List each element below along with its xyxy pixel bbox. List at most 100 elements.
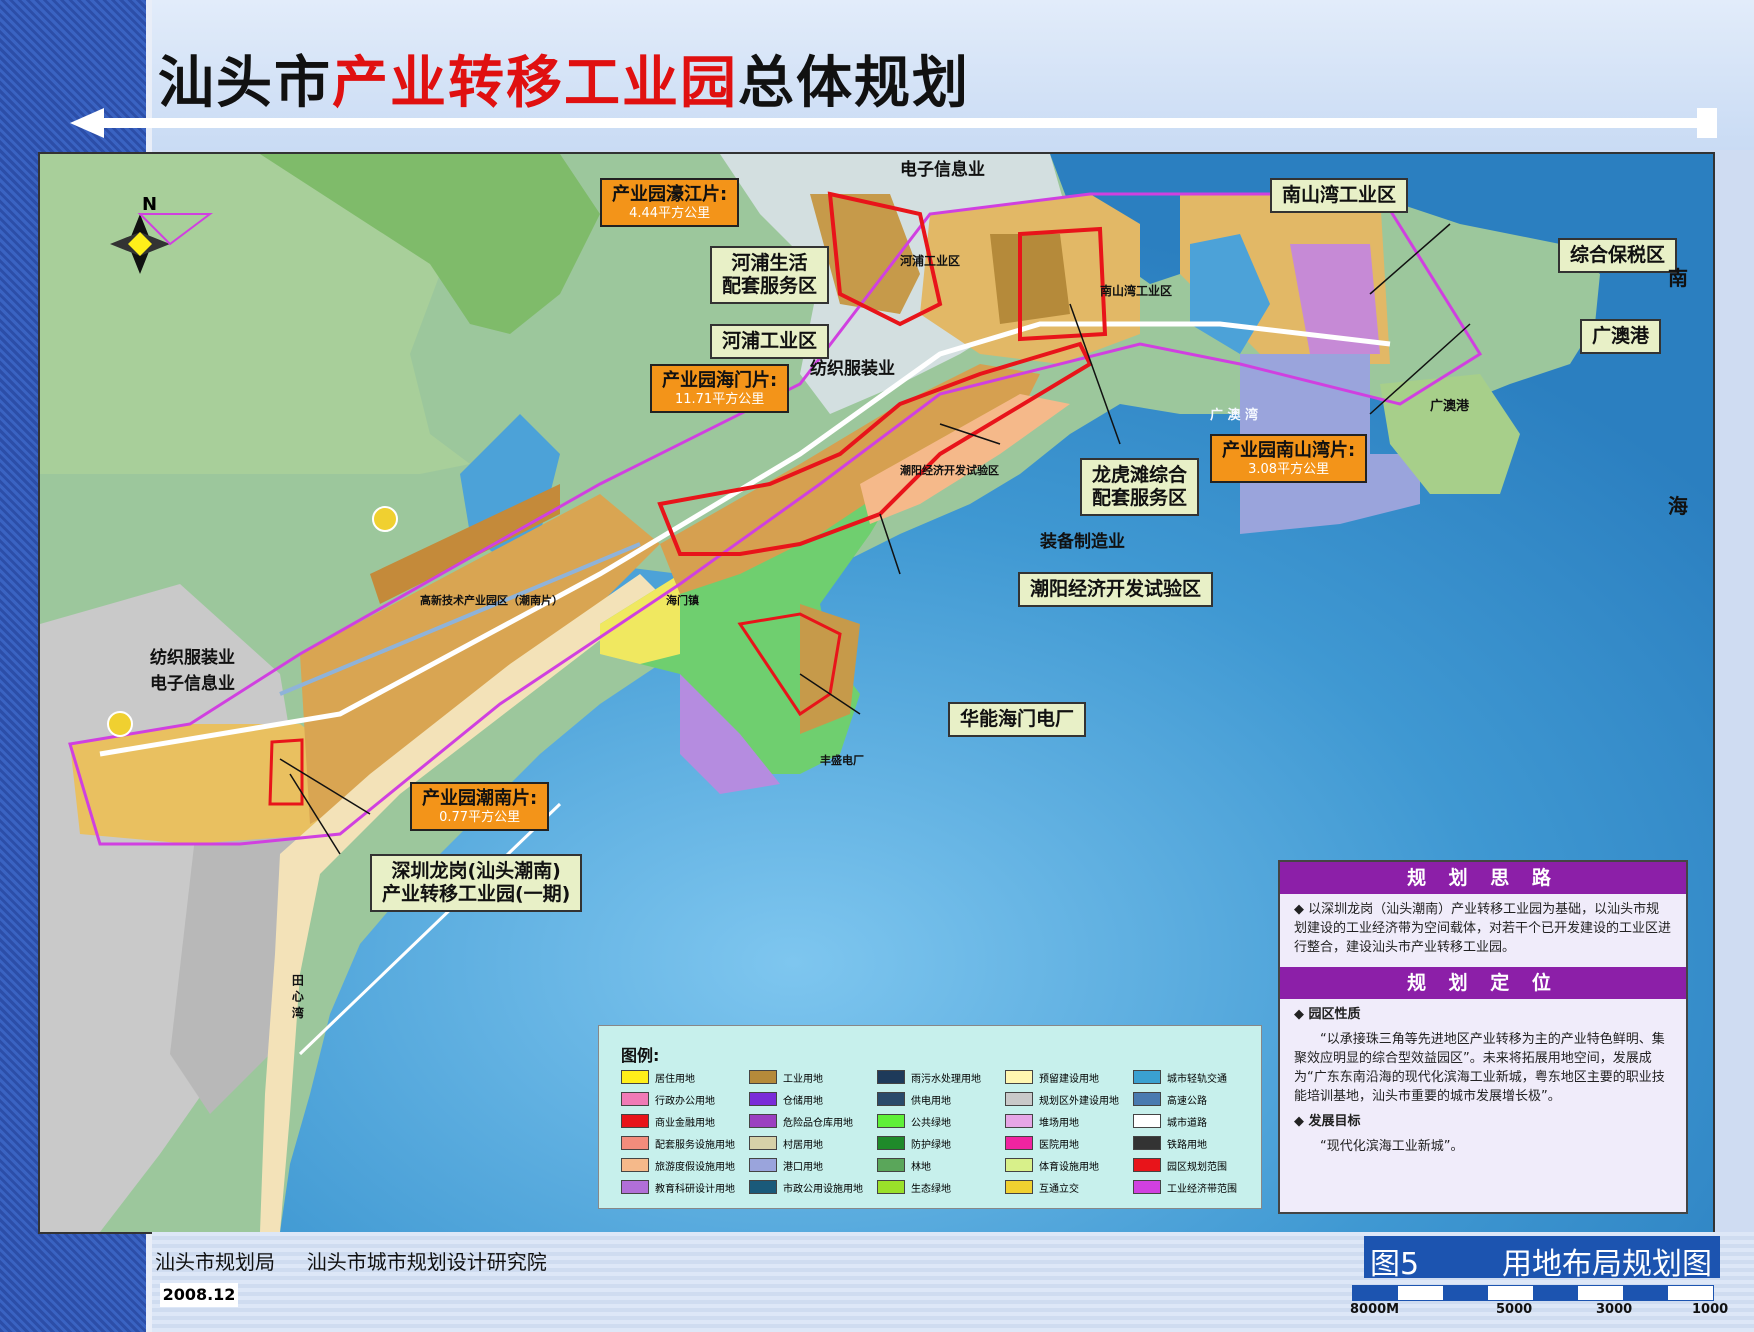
longhutan-label: 龙虎滩综合 配套服务区 bbox=[1080, 458, 1200, 516]
legend-label: 供电用地 bbox=[911, 1095, 951, 1107]
legend-item: 高速公路 bbox=[1133, 1092, 1207, 1107]
page-title: 汕头市产业转移工业园总体规划 bbox=[158, 51, 970, 116]
legend-item: 配套服务设施用地 bbox=[621, 1136, 735, 1151]
hightech-label: 高新技术产业园区（潮南片） bbox=[420, 594, 563, 607]
legend-swatch bbox=[621, 1114, 649, 1128]
header-arrow-head bbox=[70, 108, 104, 138]
tianxin-bay-label: 田 心 湾 bbox=[290, 974, 305, 1019]
footer-date: 2008.12 bbox=[160, 1283, 238, 1307]
legend-label: 高速公路 bbox=[1167, 1095, 1207, 1107]
footer-organizations: 汕头市规划局 汕头市城市规划设计研究院 bbox=[155, 1250, 547, 1274]
scale-label: 3000 bbox=[1596, 1302, 1633, 1317]
legend-label: 行政办公用地 bbox=[655, 1095, 715, 1107]
legend-item: 旅游度假设施用地 bbox=[621, 1158, 735, 1173]
goal-title: ◆ 发展目标 bbox=[1294, 1114, 1361, 1129]
legend-item: 预留建设用地 bbox=[1005, 1070, 1099, 1085]
equipment-label: 装备制造业 bbox=[1040, 532, 1125, 552]
nan-label: 南 bbox=[1668, 266, 1688, 290]
legend-swatch bbox=[877, 1092, 905, 1106]
legend-label: 仓储用地 bbox=[783, 1095, 823, 1107]
chaonan-zone bbox=[70, 724, 340, 844]
planning-idea-text: ◆ 以深圳龙岗（汕头潮南）产业转移工业园为基础，以汕头市规划建设的工业经济带为空… bbox=[1294, 902, 1672, 955]
legend-label: 体育设施用地 bbox=[1039, 1161, 1099, 1173]
legend-label: 防护绿地 bbox=[911, 1139, 951, 1151]
figure-name: 用地布局规划图 bbox=[1502, 1247, 1712, 1282]
legend-item: 城市轻轨交通 bbox=[1133, 1070, 1227, 1085]
north-label: N bbox=[142, 194, 158, 215]
scale-bar bbox=[1352, 1285, 1714, 1301]
legend-swatch bbox=[749, 1158, 777, 1172]
hai-label: 海 bbox=[1668, 494, 1688, 518]
electronics-top-label: 电子信息业 bbox=[900, 160, 985, 180]
legend-label: 教育科研设计用地 bbox=[655, 1183, 735, 1195]
guangao-port-label: 广澳港 bbox=[1580, 319, 1662, 354]
legend-item: 城市道路 bbox=[1133, 1114, 1207, 1129]
legend-swatch bbox=[749, 1070, 777, 1084]
nature-title: ◆ 园区性质 bbox=[1294, 1007, 1361, 1022]
legend-label: 工业用地 bbox=[783, 1073, 823, 1085]
legend-swatch bbox=[877, 1180, 905, 1194]
legend-swatch bbox=[621, 1092, 649, 1106]
textile-mid-label: 纺织服装业 bbox=[810, 359, 895, 379]
legend-swatch bbox=[877, 1070, 905, 1084]
legend-swatch bbox=[749, 1092, 777, 1106]
legend-label: 村居用地 bbox=[783, 1139, 823, 1151]
legend-item: 行政办公用地 bbox=[621, 1092, 715, 1107]
legend-swatch bbox=[877, 1158, 905, 1172]
legend-swatch bbox=[1005, 1070, 1033, 1084]
legend-item: 体育设施用地 bbox=[1005, 1158, 1099, 1173]
legend-item: 防护绿地 bbox=[877, 1136, 951, 1151]
electronics-left-label: 电子信息业 bbox=[150, 674, 235, 694]
legend-label: 危险品仓库用地 bbox=[783, 1117, 853, 1129]
legend-label: 铁路用地 bbox=[1167, 1139, 1207, 1151]
legend-swatch bbox=[1133, 1092, 1161, 1106]
legend-label: 居住用地 bbox=[655, 1073, 695, 1085]
planning-panel: 规 划 思 路 ◆ 以深圳龙岗（汕头潮南）产业转移工业园为基础，以汕头市规划建设… bbox=[1278, 860, 1688, 1214]
legend-item: 港口用地 bbox=[749, 1158, 823, 1173]
legend-swatch bbox=[1005, 1092, 1033, 1106]
haojiang-park-label: 产业园濠江片: 4.44平方公里 bbox=[600, 178, 740, 228]
legend-item: 堆场用地 bbox=[1005, 1114, 1079, 1129]
haimen-park-label: 产业园海门片: 11.71平方公里 bbox=[650, 364, 790, 414]
legend-swatch bbox=[749, 1180, 777, 1194]
legend-swatch bbox=[1133, 1158, 1161, 1172]
legend-label: 旅游度假设施用地 bbox=[655, 1161, 735, 1173]
legend-title: 图例: bbox=[621, 1046, 660, 1065]
nanshanwan-park-label: 产业园南山湾片: 3.08平方公里 bbox=[1210, 434, 1368, 484]
figure-number: 图5 bbox=[1370, 1247, 1420, 1282]
legend-label: 配套服务设施用地 bbox=[655, 1139, 735, 1151]
legend-item: 公共绿地 bbox=[877, 1114, 951, 1129]
legend-label: 商业金融用地 bbox=[655, 1117, 715, 1129]
nanshanwan-industrial-label: 南山湾工业区 bbox=[1270, 178, 1409, 213]
hepu-industrial-label: 河浦工业区 bbox=[710, 324, 830, 359]
legend-label: 公共绿地 bbox=[911, 1117, 951, 1129]
legend-label: 规划区外建设用地 bbox=[1039, 1095, 1119, 1107]
legend-label: 港口用地 bbox=[783, 1161, 823, 1173]
nanshanwan-industrial bbox=[990, 234, 1070, 324]
legend-item: 铁路用地 bbox=[1133, 1136, 1207, 1151]
legend-label: 林地 bbox=[911, 1161, 931, 1173]
legend-item: 村居用地 bbox=[749, 1136, 823, 1151]
legend-item: 互通立交 bbox=[1005, 1180, 1079, 1195]
legend-item: 医院用地 bbox=[1005, 1136, 1079, 1151]
header-arrow-line bbox=[95, 118, 1715, 128]
legend-swatch bbox=[877, 1136, 905, 1150]
legend-swatch bbox=[877, 1114, 905, 1128]
legend-swatch bbox=[1005, 1136, 1033, 1150]
figure-title-box: 图5 用地布局规划图 bbox=[1364, 1236, 1720, 1282]
planning-idea-heading: 规 划 思 路 bbox=[1280, 862, 1686, 894]
legend-label: 城市道路 bbox=[1167, 1117, 1207, 1129]
legend-item: 雨污水处理用地 bbox=[877, 1070, 981, 1085]
goal-text: “现代化滨海工业新城”。 bbox=[1320, 1139, 1464, 1154]
legend-item: 教育科研设计用地 bbox=[621, 1180, 735, 1195]
legend-item: 供电用地 bbox=[877, 1092, 951, 1107]
interchange-icon bbox=[107, 711, 133, 737]
legend-label: 堆场用地 bbox=[1039, 1117, 1079, 1129]
legend-label: 生态绿地 bbox=[911, 1183, 951, 1195]
legend-item: 林地 bbox=[877, 1158, 931, 1173]
legend-item: 生态绿地 bbox=[877, 1180, 951, 1195]
legend-item: 危险品仓库用地 bbox=[749, 1114, 853, 1129]
huaneng-label: 华能海门电厂 bbox=[948, 702, 1087, 737]
legend-item: 居住用地 bbox=[621, 1070, 695, 1085]
legend-swatch bbox=[749, 1114, 777, 1128]
